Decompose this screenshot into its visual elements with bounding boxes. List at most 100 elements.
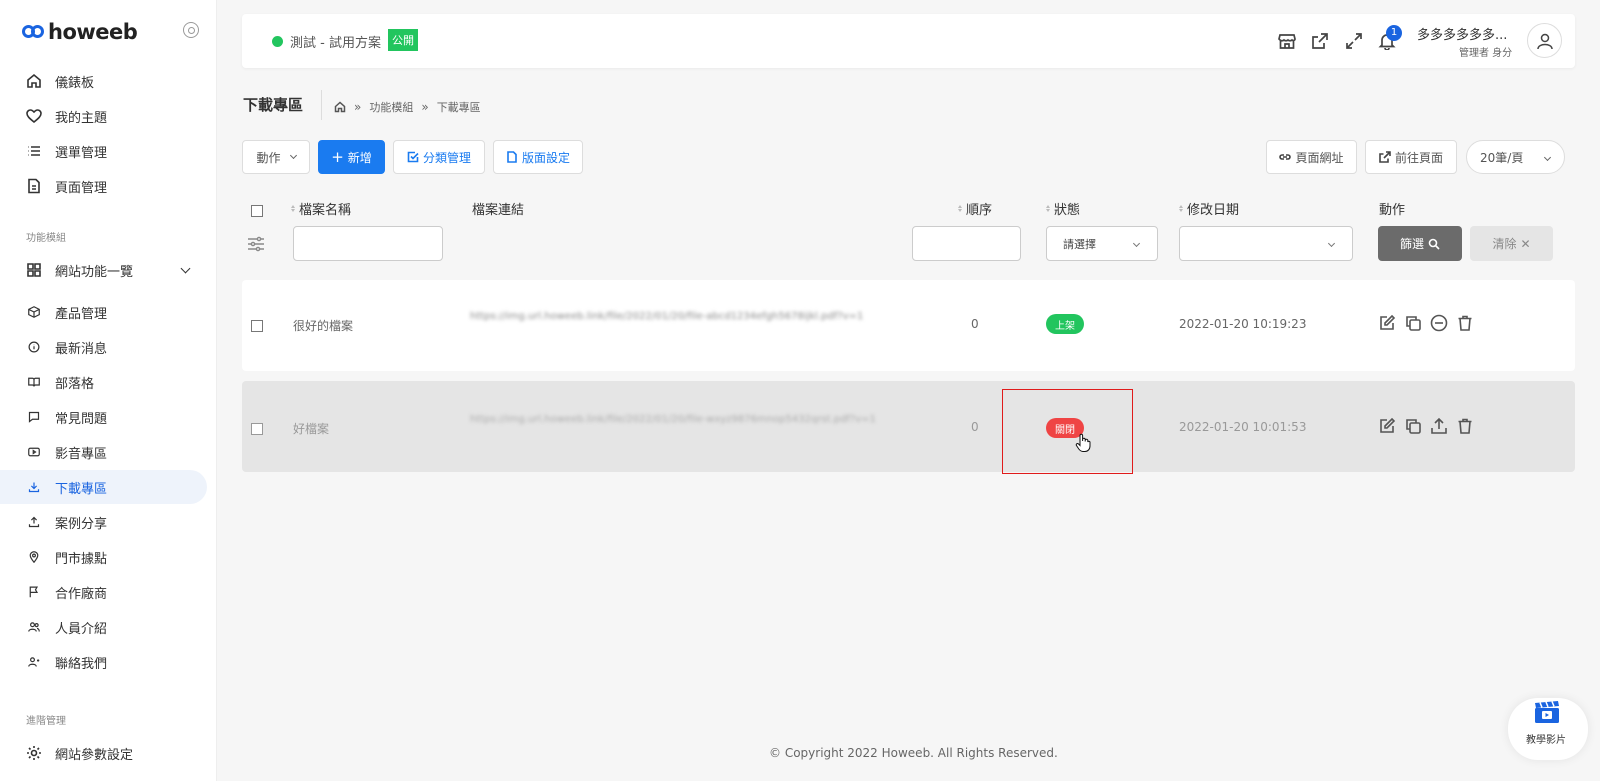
home-icon[interactable] <box>334 101 346 113</box>
top-bar: 測試 - 試用方案 公開 1 多多多多多多... 管理者 身分 <box>242 14 1575 68</box>
sidebar-item-news[interactable]: 最新消息 <box>0 330 207 364</box>
sidebar-item-faq[interactable]: 常見問題 <box>0 400 207 434</box>
per-page-select[interactable]: 20筆/頁 <box>1466 140 1565 174</box>
status-filter-select[interactable]: 請選擇 <box>1046 226 1158 261</box>
filter-button[interactable]: 篩選 <box>1378 226 1462 261</box>
order-cell: 0 <box>971 317 979 331</box>
sidebar-item-label: 案例分享 <box>55 516 108 532</box>
status-badge[interactable]: 上架 <box>1046 314 1084 334</box>
column-header-name[interactable]: 檔案名稱 <box>291 199 351 218</box>
sidebar-item-downloads[interactable]: 下載專區 <box>0 470 207 504</box>
order-filter-input[interactable] <box>912 226 1021 261</box>
sidebar-item-cases[interactable]: 案例分享 <box>0 505 207 539</box>
chevron-down-icon <box>289 151 297 160</box>
user-name[interactable]: 多多多多多多... <box>1417 24 1507 43</box>
sidebar-item-contact[interactable]: 聯絡我們 <box>0 645 207 679</box>
sidebar-item-label: 網站功能一覽 <box>55 264 134 280</box>
tutorial-video-button[interactable]: 教學影片 <box>1508 698 1588 760</box>
page-url-button[interactable]: 頁面網址 <box>1266 140 1357 174</box>
trash-icon[interactable] <box>1456 417 1474 435</box>
sidebar-item-dashboard[interactable]: 儀錶板 <box>0 64 207 98</box>
sidebar-item-label: 我的主題 <box>55 110 108 126</box>
edit-icon[interactable] <box>1378 417 1396 435</box>
sidebar-item-label: 選單管理 <box>55 145 108 161</box>
copy-icon[interactable] <box>1404 417 1422 435</box>
row-checkbox[interactable] <box>251 320 263 332</box>
fullscreen-icon[interactable] <box>1345 32 1363 50</box>
file-name-cell[interactable]: 好檔案 <box>293 420 329 437</box>
layout-settings-button[interactable]: 版面設定 <box>493 140 583 174</box>
page-url-label: 頁面網址 <box>1295 150 1344 165</box>
modified-date-cell: 2022-01-20 10:19:23 <box>1179 317 1307 331</box>
section-label-modules: 功能模組 <box>26 233 66 244</box>
file-link-cell[interactable]: https://img.url.howeeb.link/file/2022/01… <box>470 414 900 426</box>
message-icon <box>25 408 43 426</box>
bulk-action-dropdown[interactable]: 動作 <box>242 140 310 174</box>
sidebar-item-partners[interactable]: 合作廠商 <box>0 575 207 609</box>
sidebar-item-products[interactable]: 產品管理 <box>0 295 207 329</box>
minus-circle-icon[interactable] <box>1430 314 1448 332</box>
copy-icon[interactable] <box>1404 314 1422 332</box>
sliders-icon[interactable] <box>247 236 265 252</box>
avatar[interactable] <box>1527 23 1562 58</box>
column-header-actions: 動作 <box>1379 199 1405 218</box>
upload-icon[interactable] <box>1430 417 1448 435</box>
edit-icon[interactable] <box>1378 314 1396 332</box>
file-name-cell[interactable]: 很好的檔案 <box>293 317 353 334</box>
select-all-checkbox[interactable] <box>251 205 263 217</box>
sidebar-item-label: 頁面管理 <box>55 180 108 196</box>
add-button-label: 新增 <box>347 150 372 165</box>
column-header-status[interactable]: 狀態 <box>1046 199 1080 218</box>
column-header-modified[interactable]: 修改日期 <box>1179 199 1239 218</box>
date-filter-select[interactable] <box>1179 226 1353 261</box>
chevron-down-icon <box>1327 239 1336 248</box>
highlight-annotation-box <box>1002 389 1133 474</box>
sidebar-item-stores[interactable]: 門市據點 <box>0 540 207 574</box>
name-filter-input[interactable] <box>293 226 443 261</box>
sidebar-item-blog[interactable]: 部落格 <box>0 365 207 399</box>
column-header-order[interactable]: 順序 <box>958 199 992 218</box>
sidebar-toggle-icon[interactable] <box>183 22 199 38</box>
status-filter-value: 請選擇 <box>1063 237 1096 251</box>
store-icon[interactable] <box>1278 32 1296 50</box>
row-checkbox[interactable] <box>251 423 263 435</box>
table-row[interactable]: 很好的檔案 https://img.url.howeeb.link/file/2… <box>242 280 1575 371</box>
plus-icon: + <box>331 147 344 166</box>
users-icon <box>25 618 43 636</box>
sidebar-group-modules[interactable]: 網站功能一覽 <box>0 253 207 287</box>
sidebar-item-label: 儀錶板 <box>55 75 95 91</box>
site-name[interactable]: 測試 - 試用方案 <box>290 32 381 51</box>
grid-icon <box>25 261 43 279</box>
breadcrumb: » 功能模組 » 下載專區 <box>334 99 481 115</box>
trash-icon[interactable] <box>1456 314 1474 332</box>
logo-text: howeeb <box>48 20 138 44</box>
table-row[interactable]: 好檔案 https://img.url.howeeb.link/file/202… <box>242 381 1575 472</box>
sidebar-item-team[interactable]: 人員介紹 <box>0 610 207 644</box>
book-icon <box>25 373 43 391</box>
category-management-button[interactable]: 分類管理 <box>393 140 485 174</box>
page-title: 下載專區 <box>243 96 304 114</box>
brand-logo[interactable]: howeeb <box>22 20 138 44</box>
sidebar-item-site-settings[interactable]: 網站參數設定 <box>0 736 207 770</box>
sidebar-item-video[interactable]: 影音專區 <box>0 435 207 469</box>
external-link-icon[interactable] <box>1311 32 1329 50</box>
sidebar-item-label: 門市據點 <box>55 551 108 567</box>
clear-filter-button[interactable]: 清除 ✕ <box>1470 226 1553 261</box>
sidebar-item-label: 影音專區 <box>55 446 108 462</box>
sidebar-item-label: 產品管理 <box>55 306 108 322</box>
sidebar-item-menus[interactable]: 選單管理 <box>0 134 207 168</box>
list-icon <box>25 142 43 160</box>
column-header-label: 順序 <box>966 203 993 218</box>
chevron-down-icon <box>1132 239 1141 248</box>
order-cell: 0 <box>971 420 979 434</box>
sidebar-item-pages[interactable]: 頁面管理 <box>0 169 207 203</box>
link-icon <box>1279 154 1292 160</box>
add-button[interactable]: + 新增 <box>318 140 385 174</box>
sidebar-item-themes[interactable]: 我的主題 <box>0 99 207 133</box>
title-divider <box>321 90 322 120</box>
goto-page-button[interactable]: 前往頁面 <box>1365 140 1457 174</box>
hand-cursor-icon <box>1075 433 1091 452</box>
breadcrumb-item[interactable]: 功能模組 <box>369 99 413 115</box>
file-link-cell[interactable]: https://img.url.howeeb.link/file/2022/01… <box>470 311 900 323</box>
sidebar-item-label: 合作廠商 <box>55 586 108 602</box>
